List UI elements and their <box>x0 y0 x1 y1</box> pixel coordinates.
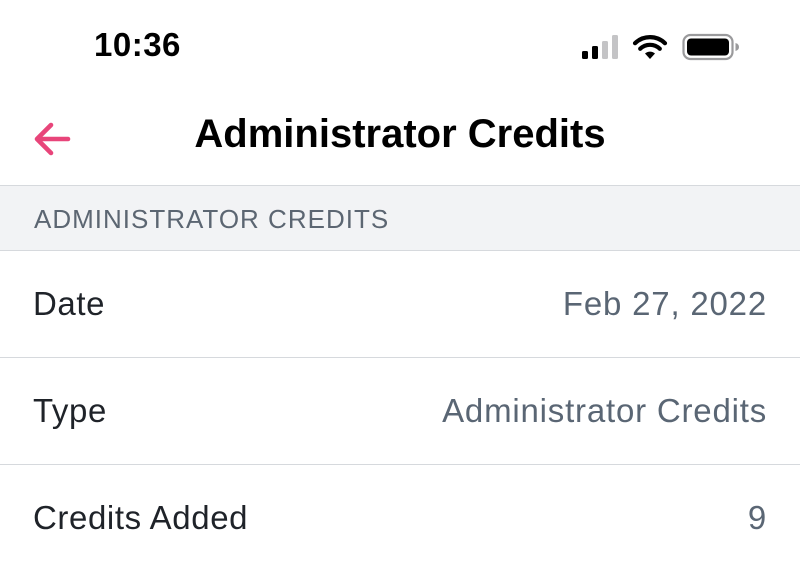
row-value: Feb 27, 2022 <box>562 285 767 322</box>
row-value: 9 <box>747 499 767 536</box>
row-value: Administrator Credits <box>442 392 767 429</box>
screen: 10:36 Administrator Credits ADMINISTRATO… <box>0 0 800 571</box>
row-label: Date <box>33 285 106 322</box>
cellular-signal-icon <box>582 35 618 59</box>
section-header: ADMINISTRATOR CREDITS <box>0 186 800 251</box>
navigation-bar: Administrator Credits <box>0 90 800 186</box>
page-title: Administrator Credits <box>194 112 606 156</box>
detail-row-type: Type Administrator Credits <box>0 358 800 465</box>
detail-list: Date Feb 27, 2022 Type Administrator Cre… <box>0 251 800 571</box>
status-time: 10:36 <box>94 26 181 63</box>
status-bar: 10:36 <box>0 0 800 90</box>
battery-icon <box>682 33 739 61</box>
detail-row-credits-added: Credits Added 9 <box>0 465 800 571</box>
section-header-label: ADMINISTRATOR CREDITS <box>34 204 390 234</box>
wifi-icon <box>632 35 668 59</box>
detail-row-date: Date Feb 27, 2022 <box>0 251 800 358</box>
row-label: Credits Added <box>33 499 249 536</box>
status-icons <box>582 32 740 62</box>
row-label: Type <box>33 392 107 429</box>
